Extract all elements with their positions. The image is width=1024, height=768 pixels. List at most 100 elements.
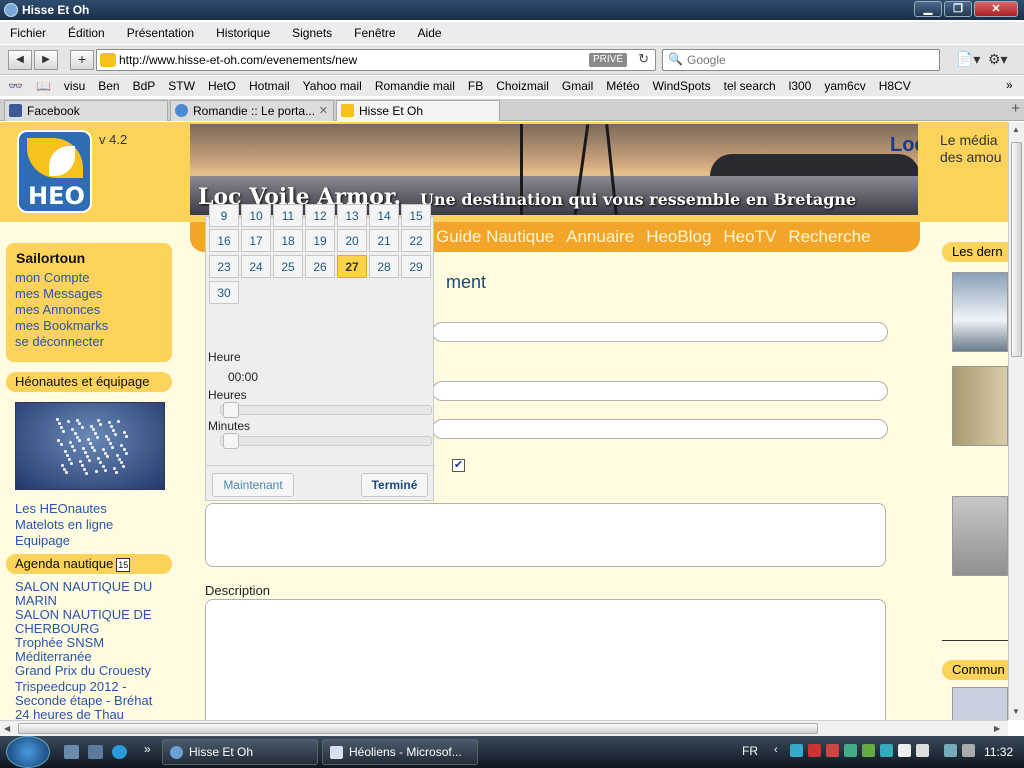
tray-icon[interactable] [880, 744, 893, 757]
tab-facebook[interactable]: Facebook [4, 100, 168, 121]
horizontal-scroll-thumb[interactable] [18, 723, 818, 734]
close-button[interactable]: ✕ [974, 1, 1018, 17]
calendar-day[interactable]: 12 [305, 204, 335, 227]
new-tab-icon[interactable]: + [1011, 100, 1020, 117]
hours-slider-handle[interactable] [223, 402, 239, 418]
menu-item[interactable]: Fenêtre [354, 26, 395, 40]
tray-icon[interactable] [826, 744, 839, 757]
tab-hisse-et-oh[interactable]: Hisse Et Oh [336, 100, 500, 121]
menu-item[interactable]: Présentation [127, 26, 194, 40]
back-button[interactable]: ◀ [8, 50, 32, 70]
agenda-item[interactable]: Trophée SNSM Méditerranée [15, 636, 175, 664]
heonautes-link[interactable]: Matelots en ligne [15, 518, 175, 532]
menu-item[interactable]: Signets [292, 26, 332, 40]
calendar-day[interactable]: 9 [209, 204, 239, 227]
calendar-day[interactable]: 29 [401, 255, 431, 278]
user-link[interactable]: mes Annonces [6, 302, 172, 318]
taskbar-item-word[interactable]: Héoliens - Microsof... [322, 739, 478, 765]
heonautes-link[interactable]: Les HEOnautes [15, 502, 175, 516]
calendar-day[interactable]: 25 [273, 255, 303, 278]
network-icon[interactable] [944, 744, 957, 757]
quicklaunch-overflow-icon[interactable]: » [144, 742, 151, 756]
user-link[interactable]: mes Bookmarks [6, 318, 172, 334]
title-input[interactable] [432, 322, 888, 342]
bookmark-item[interactable]: Romandie mail [375, 79, 455, 93]
scroll-right-icon[interactable]: ▶ [994, 724, 1000, 733]
start-date-input[interactable] [432, 381, 888, 401]
gear-icon[interactable]: ⚙▾ [988, 51, 1008, 68]
bookmarks-overflow-icon[interactable]: » [1006, 78, 1013, 92]
site-nav-item[interactable]: Recherche [788, 227, 870, 247]
search-bar[interactable]: 🔍 [662, 49, 940, 71]
user-link[interactable]: mes Messages [6, 286, 172, 302]
horizontal-scrollbar[interactable]: ◀ ▶ [0, 720, 1008, 736]
url-input[interactable] [119, 52, 579, 68]
vertical-scrollbar[interactable]: ▲ ▼ [1008, 122, 1024, 720]
tray-icon[interactable] [898, 744, 911, 757]
taskbar-item-browser[interactable]: Hisse Et Oh [162, 739, 318, 765]
community-thumbnail[interactable] [952, 687, 1008, 720]
calendar-day[interactable]: 19 [305, 229, 335, 252]
tray-expand-icon[interactable]: ‹ [774, 744, 778, 756]
bookmark-item[interactable]: visu [64, 79, 85, 93]
tray-icon[interactable] [844, 744, 857, 757]
now-button[interactable]: Maintenant [212, 473, 294, 497]
user-link[interactable]: mon Compte [6, 270, 172, 286]
site-nav-item[interactable]: Guide Nautique [436, 227, 554, 247]
site-nav-item[interactable]: HeoTV [723, 227, 776, 247]
agenda-item[interactable]: Grand Prix du Crouesty [15, 664, 175, 678]
bookmark-item[interactable]: Yahoo mail [303, 79, 362, 93]
bookmark-item[interactable]: FB [468, 79, 483, 93]
calendar-day[interactable]: 13 [337, 204, 367, 227]
calendar-day[interactable]: 15 [401, 204, 431, 227]
menu-item[interactable]: Aide [418, 26, 442, 40]
calendar-day[interactable]: 22 [401, 229, 431, 252]
site-nav-item[interactable]: HeoBlog [646, 227, 711, 247]
bookmark-item[interactable]: H8CV [879, 79, 911, 93]
scroll-up-icon[interactable]: ▲ [1012, 125, 1020, 134]
bookmark-item[interactable]: STW [168, 79, 195, 93]
ad-banner[interactable]: Loc Voile Armor. Une destination qui vou… [190, 124, 918, 215]
bookmark-item[interactable]: HetO [208, 79, 236, 93]
skype-icon[interactable] [112, 745, 127, 759]
user-link[interactable]: se déconnecter [6, 334, 172, 350]
calendar-day[interactable]: 26 [305, 255, 335, 278]
book-icon[interactable]: 📖 [36, 79, 51, 93]
minutes-slider[interactable] [220, 433, 432, 449]
calendar-day[interactable]: 24 [241, 255, 271, 278]
site-nav-item[interactable]: Annuaire [566, 227, 634, 247]
bookmark-item[interactable]: BdP [133, 79, 156, 93]
agenda-item[interactable]: SALON NAUTIQUE DE CHERBOURG [15, 608, 175, 636]
clock[interactable]: 11:32 [984, 745, 1013, 759]
volume-icon[interactable] [962, 744, 975, 757]
show-desktop-icon[interactable] [64, 745, 79, 759]
calendar-day[interactable]: 21 [369, 229, 399, 252]
heo-logo[interactable]: HEO [17, 130, 92, 213]
menu-item[interactable]: Fichier [10, 26, 46, 40]
agenda-item[interactable]: Trispeedcup 2012 - Seconde étape - Bréha… [15, 680, 175, 708]
summary-textarea[interactable] [205, 503, 886, 567]
bookmark-item[interactable]: Météo [606, 79, 639, 93]
bookmark-item[interactable]: l300 [789, 79, 812, 93]
bookmark-item[interactable]: Ben [98, 79, 119, 93]
calendar-day[interactable]: 17 [241, 229, 271, 252]
menu-item[interactable]: Historique [216, 26, 270, 40]
latest-thumbnail[interactable] [952, 366, 1008, 446]
right-ad[interactable]: Le média des amou [940, 132, 1008, 166]
tray-icon[interactable] [790, 744, 803, 757]
calendar-day[interactable]: 11 [273, 204, 303, 227]
latest-thumbnail[interactable] [952, 272, 1008, 352]
latest-thumbnail[interactable] [952, 496, 1008, 576]
bookmark-item[interactable]: Gmail [562, 79, 593, 93]
forward-button[interactable]: ▶ [34, 50, 58, 70]
reload-icon[interactable]: ↻ [638, 51, 649, 67]
tray-icon[interactable] [862, 744, 875, 757]
calendar-day[interactable]: 10 [241, 204, 271, 227]
maximize-button[interactable]: ❐ [944, 1, 972, 17]
minimize-button[interactable]: ▁ [914, 1, 942, 17]
close-tab-icon[interactable]: ✕ [319, 101, 328, 121]
glasses-icon[interactable]: 👓 [8, 79, 23, 93]
bookmark-item[interactable]: WindSpots [653, 79, 711, 93]
hours-slider[interactable] [220, 402, 432, 418]
calendar-day[interactable]: 18 [273, 229, 303, 252]
